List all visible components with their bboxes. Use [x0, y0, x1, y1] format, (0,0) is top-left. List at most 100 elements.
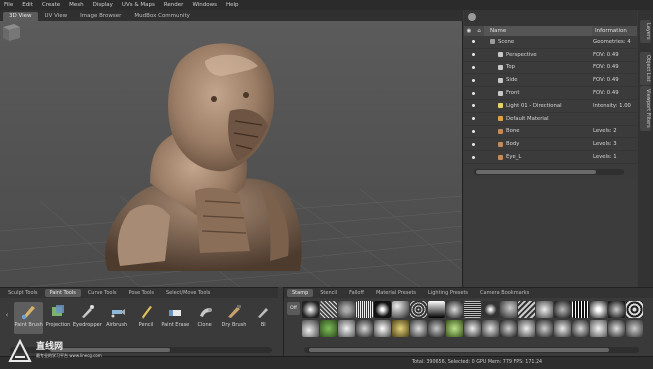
stamp-thumbnail[interactable] — [356, 320, 373, 337]
tool-dry-brush[interactable]: Dry Brush — [219, 302, 248, 334]
tab-pose-tools[interactable]: Pose Tools — [123, 289, 158, 297]
tab-camera-bookmarks[interactable]: Camera Bookmarks — [475, 289, 534, 297]
stamp-thumbnail[interactable] — [554, 320, 571, 337]
tool-bl[interactable]: Bl — [249, 302, 278, 334]
object-list-row[interactable]: Body Levels: 3 — [464, 138, 637, 152]
object-list-row[interactable]: Front FOV: 0.49 — [464, 87, 637, 100]
stamp-thumbnail[interactable] — [428, 320, 445, 337]
stamp-thumbnail[interactable] — [338, 301, 355, 318]
side-tab-object-list[interactable]: Object List — [640, 52, 651, 85]
stamp-thumbnail[interactable] — [608, 301, 625, 318]
visibility-toggle-icon[interactable] — [464, 117, 482, 121]
sculpted-bust-model[interactable] — [105, 43, 302, 271]
stamp-thumbnail[interactable] — [572, 301, 589, 318]
object-list-row[interactable]: Bone Levels: 2 — [464, 126, 637, 139]
visibility-column-icon[interactable]: ◉ — [464, 28, 474, 34]
lock-column-icon[interactable]: ⌂ — [474, 28, 484, 34]
stamp-thumbnail[interactable] — [536, 301, 553, 318]
tool-projection[interactable]: Projection — [43, 302, 72, 334]
stamp-thumbnail[interactable] — [410, 320, 427, 337]
stamp-thumbnail[interactable] — [482, 301, 499, 318]
stamp-thumbnail[interactable] — [590, 320, 607, 337]
tab-3d-view[interactable]: 3D View — [3, 12, 38, 21]
visibility-toggle-icon[interactable] — [464, 155, 482, 159]
tab-paint-tools[interactable]: Paint Tools — [44, 289, 81, 297]
tool-paint-brush[interactable]: Paint Brush — [14, 302, 44, 334]
menu-item-edit[interactable]: Edit — [22, 2, 33, 8]
info-column-header[interactable]: Information — [592, 26, 637, 36]
stamp-thumbnail[interactable] — [428, 301, 445, 318]
stamp-thumbnail[interactable] — [554, 301, 571, 318]
object-list-row[interactable]: Top FOV: 0.49 — [464, 62, 637, 75]
tool-paint-erase[interactable]: Paint Erase — [161, 302, 190, 334]
tab-curve-tools[interactable]: Curve Tools — [83, 289, 122, 297]
stamp-thumbnail[interactable] — [482, 320, 499, 337]
stamp-thumbnail[interactable] — [356, 301, 373, 318]
stamp-thumbnail[interactable] — [446, 320, 463, 337]
object-list-row[interactable]: Side FOV: 0.49 — [464, 74, 637, 88]
object-list-row[interactable]: Default Material — [464, 113, 637, 126]
stamp-thumbnail[interactable] — [302, 301, 319, 318]
tab-select-move-tools[interactable]: Select/Move Tools — [161, 289, 215, 297]
tab-stamp[interactable]: Stamp — [287, 289, 314, 297]
stamps-scrollbar[interactable] — [304, 347, 639, 353]
object-list-row[interactable]: Perspective FOV: 0.49 — [464, 49, 637, 62]
visibility-toggle-icon[interactable] — [464, 91, 482, 95]
tab-falloff[interactable]: Falloff — [344, 289, 369, 297]
visibility-toggle-icon[interactable] — [464, 65, 482, 69]
visibility-toggle-icon[interactable] — [464, 40, 482, 44]
stamp-thumbnail[interactable] — [536, 320, 553, 337]
tab-image-browser[interactable]: Image Browser — [74, 12, 127, 21]
tab-lighting-presets[interactable]: Lighting Presets — [423, 289, 473, 297]
stamp-thumbnail[interactable] — [464, 320, 481, 337]
stamp-thumbnail[interactable] — [518, 301, 535, 318]
panel-options-icon[interactable] — [468, 13, 476, 21]
tab-sculpt-tools[interactable]: Sculpt Tools — [3, 289, 43, 297]
stamp-thumbnail[interactable] — [572, 320, 589, 337]
stamp-off-button[interactable]: Off — [287, 302, 300, 315]
visibility-toggle-icon[interactable] — [464, 104, 482, 108]
menu-item-mesh[interactable]: Mesh — [69, 2, 83, 8]
tool-pencil[interactable]: Pencil — [131, 302, 160, 334]
visibility-toggle-icon[interactable] — [464, 129, 482, 133]
stamp-thumbnail[interactable] — [392, 320, 409, 337]
object-list-scrollbar[interactable] — [474, 169, 624, 175]
stamp-thumbnail[interactable] — [446, 301, 463, 318]
tool-clone[interactable]: Clone — [190, 302, 219, 334]
stamp-thumbnail[interactable] — [410, 301, 427, 318]
visibility-toggle-icon[interactable] — [464, 78, 482, 82]
menu-item-create[interactable]: Create — [42, 2, 60, 8]
tab-uv-view[interactable]: UV View — [39, 12, 74, 21]
menu-item-file[interactable]: File — [4, 2, 13, 8]
tab-stencil[interactable]: Stencil — [315, 289, 342, 297]
3d-viewport[interactable] — [0, 21, 463, 287]
object-list-row[interactable]: Light 01 - Directional Intensity: 1.00 — [464, 100, 637, 113]
menu-item-help[interactable]: Help — [226, 2, 239, 8]
stamp-thumbnail[interactable] — [500, 301, 517, 318]
menu-item-uvs-maps[interactable]: UVs & Maps — [122, 2, 155, 8]
stamp-thumbnail[interactable] — [338, 320, 355, 337]
stamp-thumbnail[interactable] — [320, 301, 337, 318]
menu-item-render[interactable]: Render — [164, 2, 184, 8]
tool-eyedropper[interactable]: Eyedropper — [73, 302, 102, 334]
stamp-thumbnail[interactable] — [392, 301, 409, 318]
tab-material-presets[interactable]: Material Presets — [371, 289, 421, 297]
menu-item-windows[interactable]: Windows — [192, 2, 217, 8]
visibility-toggle-icon[interactable] — [464, 53, 482, 57]
object-list-row[interactable]: Eye_L Levels: 1 — [464, 151, 637, 164]
side-tab-layers[interactable]: Layers — [640, 20, 651, 43]
object-list-row[interactable]: Scene Geometries: 4 — [464, 36, 637, 49]
stamp-thumbnail[interactable] — [608, 320, 625, 337]
stamp-thumbnail[interactable] — [626, 301, 643, 318]
view-cube-icon[interactable] — [0, 21, 22, 43]
name-column-header[interactable]: Name — [484, 26, 592, 36]
stamp-thumbnail[interactable] — [590, 301, 607, 318]
side-tab-viewport-filters[interactable]: Viewport Filters — [640, 86, 651, 131]
tab-mudbox-community[interactable]: MudBox Community — [128, 12, 196, 21]
stamp-thumbnail[interactable] — [518, 320, 535, 337]
visibility-toggle-icon[interactable] — [464, 142, 482, 146]
stamp-thumbnail[interactable] — [302, 320, 319, 337]
stamp-thumbnail[interactable] — [374, 320, 391, 337]
stamp-thumbnail[interactable] — [320, 320, 337, 337]
menu-item-display[interactable]: Display — [93, 2, 113, 8]
